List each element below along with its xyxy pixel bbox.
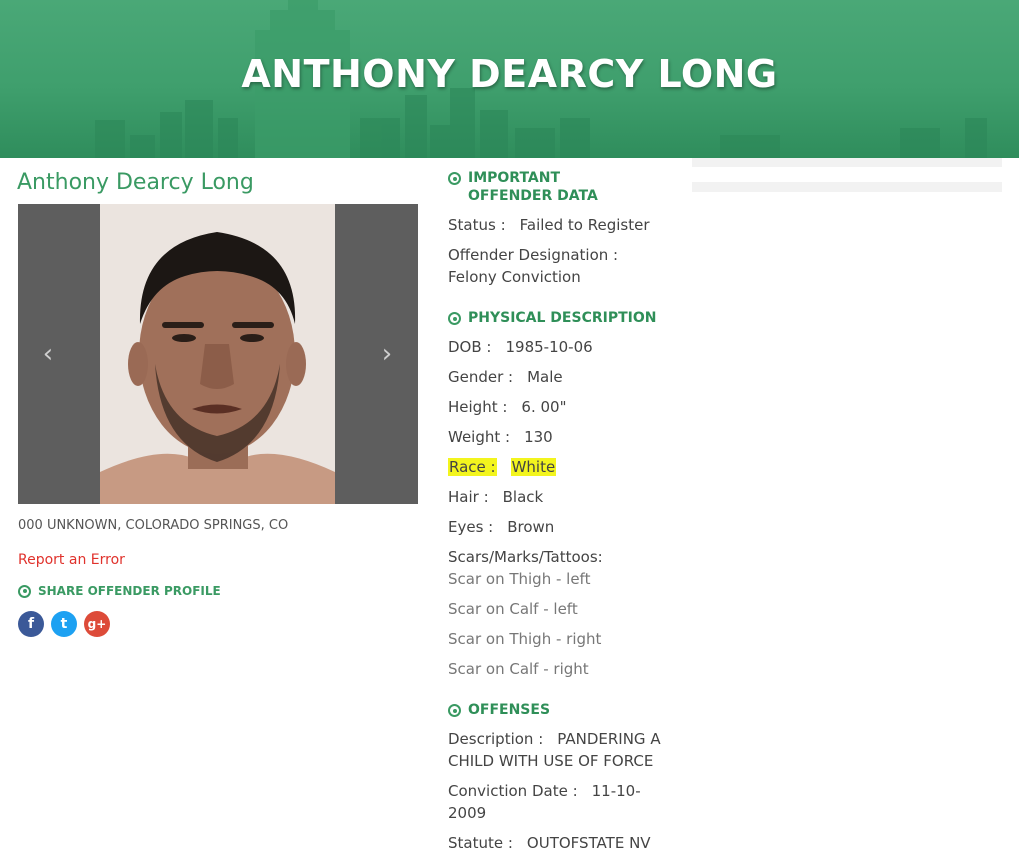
chevron-left-icon[interactable]: ‹ <box>36 340 60 368</box>
hair-field: Hair : Black <box>448 486 543 508</box>
dob-value: 1985-10-06 <box>505 338 593 356</box>
statute-label: Statute : <box>448 834 513 852</box>
target-bullet-icon <box>18 584 31 598</box>
conviction-label: Conviction Date : <box>448 782 578 800</box>
designation-value: Felony Conviction <box>448 268 581 286</box>
eyes-value: Brown <box>507 518 555 536</box>
important-data-heading: IMPORTANT OFFENDER DATA <box>448 169 648 205</box>
statute-field: Statute : OUTOFSTATE NV <box>448 832 651 854</box>
description-line-1: Description : PANDERING A <box>448 728 661 750</box>
gender-value: Male <box>527 368 563 386</box>
physical-description-heading: PHYSICAL DESCRIPTION <box>448 309 656 327</box>
sidebar-panel <box>692 158 1002 167</box>
scar-item: Scar on Thigh - right <box>448 630 602 648</box>
social-share-buttons: f t g+ <box>18 611 110 637</box>
share-heading-label: SHARE OFFENDER PROFILE <box>38 584 221 598</box>
offender-name: Anthony Dearcy Long <box>17 170 254 195</box>
hair-value: Black <box>502 488 544 506</box>
conviction-line-1: Conviction Date : 11-10- <box>448 780 641 802</box>
sidebar-panel <box>692 182 1002 192</box>
height-label: Height : <box>448 398 508 416</box>
race-field: Race : White <box>448 456 557 478</box>
race-label: Race : <box>448 458 497 476</box>
target-bullet-icon <box>448 312 461 325</box>
page-title: ANTHONY DEARCY LONG <box>241 52 778 96</box>
offenses-heading-label: OFFENSES <box>468 702 551 718</box>
share-profile-heading: SHARE OFFENDER PROFILE <box>18 584 221 598</box>
important-heading-label: IMPORTANT OFFENDER DATA <box>468 170 598 204</box>
weight-field: Weight : 130 <box>448 426 553 448</box>
offender-photo <box>100 204 335 504</box>
offenses-heading: OFFENSES <box>448 701 550 719</box>
google-plus-icon[interactable]: g+ <box>84 611 110 637</box>
weight-value: 130 <box>524 428 553 446</box>
status-field: Status : Failed to Register <box>448 214 650 236</box>
header-banner: ANTHONY DEARCY LONG <box>0 0 1019 158</box>
hair-label: Hair : <box>448 488 489 506</box>
status-value: Failed to Register <box>519 216 650 234</box>
main-content: Anthony Dearcy Long ‹ › 000 UNKNOWN, COL… <box>0 158 1019 865</box>
description-value-part-1: PANDERING A <box>557 730 661 748</box>
conviction-value-part-1: 11-10- <box>591 782 641 800</box>
eyes-field: Eyes : Brown <box>448 516 554 538</box>
description-line-2: CHILD WITH USE OF FORCE <box>448 752 654 770</box>
report-error-link[interactable]: Report an Error <box>18 552 125 568</box>
scar-item: Scar on Calf - left <box>448 600 578 618</box>
status-label: Status : <box>448 216 506 234</box>
statute-value: OUTOFSTATE NV <box>526 834 651 852</box>
height-field: Height : 6. 00" <box>448 396 567 418</box>
designation-label: Offender Designation : <box>448 246 619 264</box>
target-bullet-icon <box>448 704 461 717</box>
weight-label: Weight : <box>448 428 511 446</box>
eyes-label: Eyes : <box>448 518 494 536</box>
gender-label: Gender : <box>448 368 514 386</box>
offender-address: 000 UNKNOWN, COLORADO SPRINGS, CO <box>18 518 289 533</box>
facebook-icon[interactable]: f <box>18 611 44 637</box>
photo-carousel[interactable]: ‹ › <box>18 204 418 504</box>
conviction-line-2: 2009 <box>448 804 487 822</box>
scar-item: Scar on Thigh - left <box>448 570 591 588</box>
target-bullet-icon <box>448 172 461 185</box>
gender-field: Gender : Male <box>448 366 563 388</box>
chevron-right-icon[interactable]: › <box>375 340 399 368</box>
physical-heading-label: PHYSICAL DESCRIPTION <box>468 310 657 326</box>
twitter-icon[interactable]: t <box>51 611 77 637</box>
dob-field: DOB : 1985-10-06 <box>448 336 593 358</box>
scar-item: Scar on Calf - right <box>448 660 589 678</box>
height-value: 6. 00" <box>521 398 567 416</box>
dob-label: DOB : <box>448 338 492 356</box>
race-value: White <box>510 458 557 476</box>
scars-label: Scars/Marks/Tattoos: <box>448 548 603 566</box>
description-label: Description : <box>448 730 544 748</box>
